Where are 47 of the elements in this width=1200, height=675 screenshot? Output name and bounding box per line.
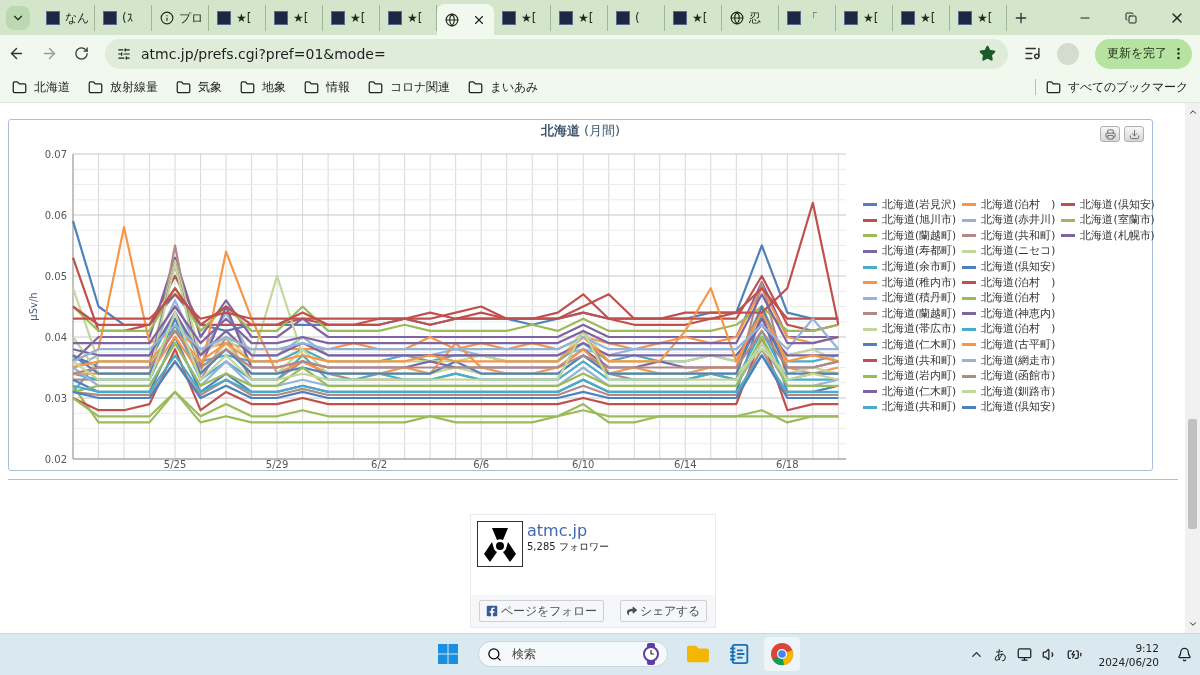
legend-label: 北海道(泊村 ) bbox=[981, 197, 1056, 212]
tick-label: 6/6 bbox=[473, 459, 490, 470]
legend-label: 北海道(共和町) bbox=[981, 228, 1056, 243]
tick-label: 0.03 bbox=[44, 392, 67, 404]
legend-label: 北海道(寿都町) bbox=[882, 244, 957, 259]
tick-label: 6/14 bbox=[674, 459, 697, 470]
tick-label: 0.06 bbox=[44, 209, 67, 221]
legend-label: 北海道(釧路市) bbox=[981, 384, 1056, 399]
legend-label: 北海道(倶知安) bbox=[1080, 197, 1155, 212]
legend-label: 北海道(稚内市) bbox=[882, 275, 957, 290]
tick-label: 0.05 bbox=[44, 270, 67, 282]
legend-label: 北海道(仁木町) bbox=[882, 384, 957, 399]
tick-label: 6/2 bbox=[371, 459, 388, 470]
tick-label: 0.02 bbox=[44, 453, 67, 465]
legend-label: 北海道(積丹町) bbox=[882, 291, 957, 306]
tick-label: 0.04 bbox=[44, 331, 67, 343]
legend-label: 北海道(函館市) bbox=[981, 369, 1056, 384]
legend-label: 北海道(共和町) bbox=[882, 353, 957, 368]
legend-label: 北海道(岩内町) bbox=[882, 369, 957, 384]
legend-label: 北海道(旭川市) bbox=[882, 213, 957, 228]
chart-title: 北海道 (月間) bbox=[540, 122, 621, 140]
legend-label: 北海道(倶知安) bbox=[981, 260, 1056, 274]
legend-label: 北海道(帯広市) bbox=[882, 322, 957, 337]
tick-label: 5/29 bbox=[265, 459, 289, 470]
legend-label: 北海道(泊村 ) bbox=[981, 275, 1056, 290]
legend-label: 北海道(古平町) bbox=[981, 338, 1056, 352]
legend-label: 北海道(岩見沢) bbox=[882, 197, 957, 212]
legend-label: 北海道(札幌市) bbox=[1080, 228, 1155, 243]
legend-label: 北海道(赤井川) bbox=[981, 213, 1056, 228]
tick-label: 0.07 bbox=[44, 148, 67, 160]
legend-label: 北海道(泊村 ) bbox=[981, 322, 1056, 337]
legend-label: 北海道(泊村 ) bbox=[981, 291, 1056, 306]
tick-label: 6/18 bbox=[776, 459, 799, 470]
legend-label: 北海道(網走市) bbox=[981, 353, 1056, 368]
tick-label: 6/10 bbox=[572, 459, 595, 470]
follower-count: 5,285 フォロワー bbox=[527, 540, 609, 554]
legend-label: 北海道(倶知安) bbox=[981, 400, 1056, 415]
legend-label: 北海道(蘭越町) bbox=[882, 306, 957, 321]
legend-label: 北海道(室蘭市) bbox=[1080, 213, 1155, 228]
legend-label: 北海道(仁木町) bbox=[882, 338, 957, 352]
legend-label: 北海道(神恵内) bbox=[981, 306, 1056, 321]
legend-label: 北海道(共和町) bbox=[882, 400, 957, 415]
axis-title: μSv/h bbox=[28, 292, 39, 321]
legend-label: 北海道(蘭越町) bbox=[882, 228, 957, 243]
tick-label: 5/25 bbox=[163, 459, 187, 470]
legend-label: 北海道(ニセコ) bbox=[981, 244, 1056, 259]
legend-label: 北海道(余市町) bbox=[882, 260, 957, 274]
